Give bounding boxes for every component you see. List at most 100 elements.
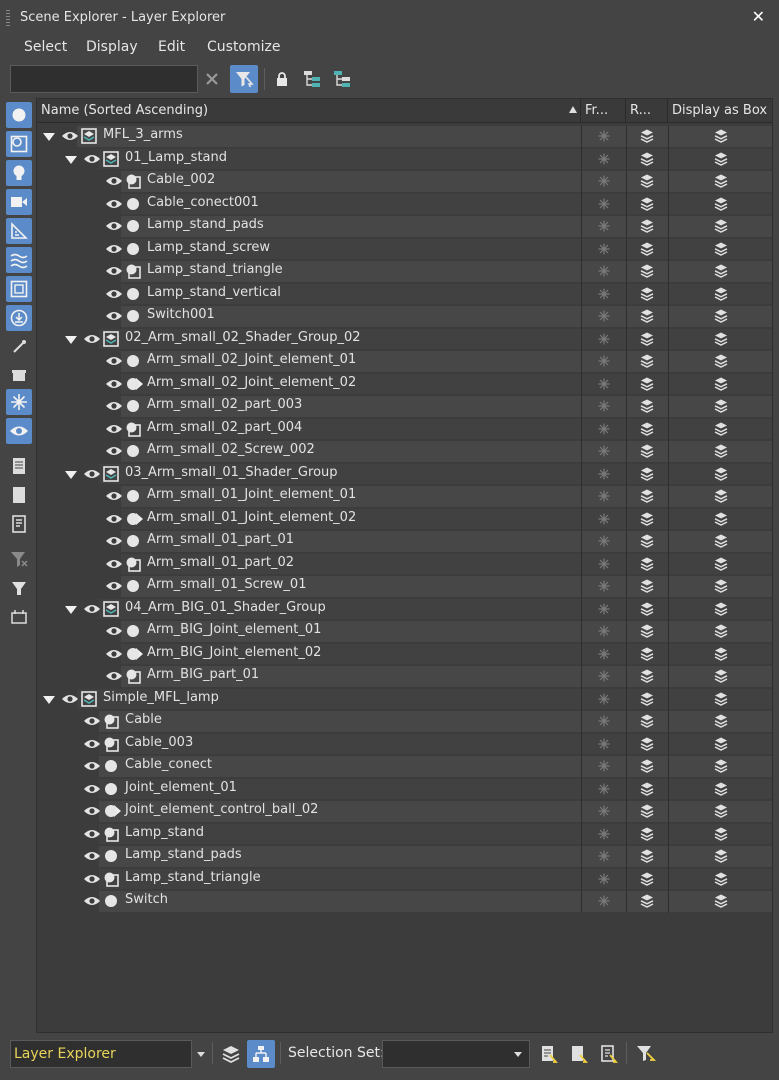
display-as-box-toggle-icon[interactable] (668, 238, 772, 261)
display-as-box-toggle-icon[interactable] (668, 418, 772, 441)
display-as-box-toggle-icon[interactable] (668, 260, 772, 283)
display-as-box-toggle-icon[interactable] (668, 193, 772, 216)
visibility-eye-icon[interactable] (83, 827, 101, 841)
display-as-box-toggle-icon[interactable] (668, 215, 772, 238)
tree-row[interactable]: 01_Lamp_stand (37, 147, 772, 170)
visibility-eye-icon[interactable] (105, 579, 123, 593)
tree-row[interactable]: Cable_003 (37, 732, 772, 756)
tree-row[interactable]: Cable_002 (37, 170, 772, 193)
display-as-box-toggle-icon[interactable] (668, 125, 772, 148)
tree-row[interactable]: Arm_small_02_Joint_element_01 (37, 350, 772, 373)
display-as-box-toggle-icon[interactable] (668, 373, 772, 396)
layer-manager-icon[interactable] (6, 604, 32, 630)
display-as-box-toggle-icon[interactable] (668, 868, 772, 891)
renderable-toggle-icon[interactable] (626, 170, 668, 193)
visibility-eye-icon[interactable] (83, 332, 101, 346)
renderable-toggle-icon[interactable] (626, 620, 668, 643)
display-as-box-toggle-icon[interactable] (668, 575, 772, 598)
visibility-eye-icon[interactable] (83, 714, 101, 728)
visibility-eye-icon[interactable] (105, 197, 123, 211)
display-as-box-toggle-icon[interactable] (668, 665, 772, 688)
visibility-eye-icon[interactable] (83, 782, 101, 796)
renderable-toggle-icon[interactable] (626, 418, 668, 441)
visibility-eye-icon[interactable] (83, 804, 101, 818)
renderable-toggle-icon[interactable] (626, 305, 668, 328)
renderable-toggle-icon[interactable] (626, 868, 668, 891)
tree-row[interactable]: Cable_conect001 (37, 192, 772, 216)
lock-icon[interactable] (268, 65, 296, 93)
tree-row[interactable]: Arm_small_02_part_004 (37, 417, 772, 441)
tree-row[interactable]: Switch (37, 890, 772, 913)
visibility-eye-icon[interactable] (105, 669, 123, 683)
tree-row[interactable]: 04_Arm_BIG_01_Shader_Group (37, 597, 772, 621)
drag-grip-icon[interactable] (6, 10, 10, 26)
display-none-icon[interactable] (6, 482, 32, 508)
renderable-toggle-icon[interactable] (626, 125, 668, 148)
freeze-toggle-icon[interactable] (581, 238, 626, 261)
freeze-toggle-icon[interactable] (581, 553, 626, 576)
freeze-toggle-icon[interactable] (581, 733, 626, 756)
display-as-box-toggle-icon[interactable] (668, 170, 772, 193)
renderable-toggle-icon[interactable] (626, 485, 668, 508)
display-shapes-icon[interactable] (6, 131, 32, 157)
display-as-box-toggle-icon[interactable] (668, 440, 772, 463)
freeze-toggle-icon[interactable] (581, 193, 626, 216)
freeze-toggle-icon[interactable] (581, 328, 626, 351)
tree-row[interactable]: MFL_3_arms (37, 125, 772, 148)
tree-row[interactable]: Arm_small_02_Screw_002 (37, 440, 772, 463)
renderable-toggle-icon[interactable] (626, 733, 668, 756)
display-as-box-toggle-icon[interactable] (668, 508, 772, 531)
display-as-box-toggle-icon[interactable] (668, 823, 772, 846)
visibility-eye-icon[interactable] (83, 759, 101, 773)
freeze-toggle-icon[interactable] (581, 125, 626, 148)
freeze-toggle-icon[interactable] (581, 463, 626, 486)
visibility-eye-icon[interactable] (83, 737, 101, 751)
clear-search-icon[interactable] (198, 65, 226, 93)
freeze-toggle-icon[interactable] (581, 170, 626, 193)
tree-row[interactable]: Arm_small_01_Joint_element_01 (37, 485, 772, 508)
visibility-eye-icon[interactable] (105, 174, 123, 188)
freeze-toggle-icon[interactable] (581, 710, 626, 733)
tree-row[interactable]: Arm_BIG_part_01 (37, 665, 772, 688)
scene-tree[interactable]: Name (Sorted Ascending) Fr... R... Displ… (36, 98, 773, 1033)
renderable-toggle-icon[interactable] (626, 530, 668, 553)
renderable-toggle-icon[interactable] (626, 823, 668, 846)
freeze-toggle-icon[interactable] (581, 283, 626, 306)
display-as-box-toggle-icon[interactable] (668, 553, 772, 576)
visibility-eye-icon[interactable] (105, 354, 123, 368)
renderable-toggle-icon[interactable] (626, 260, 668, 283)
column-name-header[interactable]: Name (Sorted Ascending) (37, 99, 581, 123)
visibility-eye-icon[interactable] (105, 287, 123, 301)
display-as-box-toggle-icon[interactable] (668, 305, 772, 328)
freeze-toggle-icon[interactable] (581, 868, 626, 891)
renderable-toggle-icon[interactable] (626, 755, 668, 778)
menu-select[interactable]: Select (24, 39, 67, 55)
tree-row[interactable]: Cable_conect (37, 755, 772, 778)
renderable-toggle-icon[interactable] (626, 890, 668, 913)
visibility-eye-icon[interactable] (105, 242, 123, 256)
renderable-toggle-icon[interactable] (626, 395, 668, 418)
tree-row[interactable]: Lamp_stand_screw (37, 237, 772, 261)
freeze-toggle-icon[interactable] (581, 395, 626, 418)
collapse-arrow-icon[interactable] (65, 155, 77, 164)
freeze-toggle-icon[interactable] (581, 778, 626, 801)
display-as-box-toggle-icon[interactable] (668, 890, 772, 913)
visibility-eye-icon[interactable] (105, 309, 123, 323)
renderable-toggle-icon[interactable] (626, 598, 668, 621)
renderable-toggle-icon[interactable] (626, 328, 668, 351)
freeze-toggle-icon[interactable] (581, 620, 626, 643)
tree-row[interactable]: Arm_small_02_Joint_element_02 (37, 372, 772, 396)
display-as-box-toggle-icon[interactable] (668, 530, 772, 553)
tree-row[interactable]: Lamp_stand_vertical (37, 282, 772, 306)
freeze-toggle-icon[interactable] (581, 823, 626, 846)
visibility-eye-icon[interactable] (105, 534, 123, 548)
display-as-box-toggle-icon[interactable] (668, 778, 772, 801)
renderable-toggle-icon[interactable] (626, 283, 668, 306)
visibility-eye-icon[interactable] (105, 444, 123, 458)
visibility-eye-icon[interactable] (105, 489, 123, 503)
renderable-toggle-icon[interactable] (626, 710, 668, 733)
filter-selection-icon[interactable] (230, 65, 258, 93)
visibility-eye-icon[interactable] (105, 219, 123, 233)
freeze-toggle-icon[interactable] (581, 418, 626, 441)
display-as-box-toggle-icon[interactable] (668, 283, 772, 306)
